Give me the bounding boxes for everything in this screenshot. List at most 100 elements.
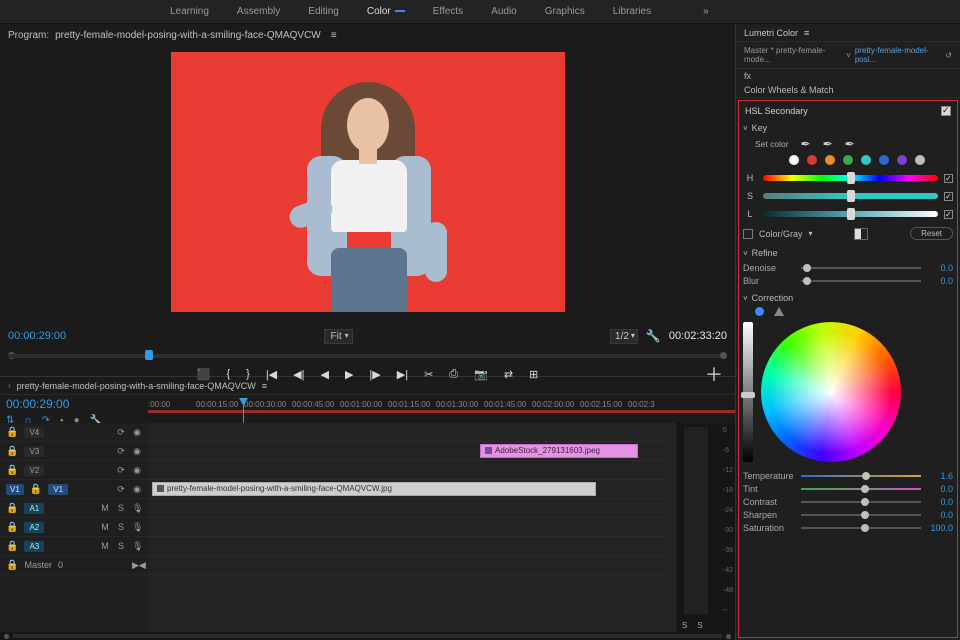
swatch-green[interactable] <box>843 155 853 165</box>
sync-icon[interactable]: ⟳ <box>116 427 126 438</box>
contrast-value[interactable]: 0.0 <box>927 497 953 507</box>
lock-icon[interactable]: 🔒 <box>6 427 18 438</box>
clip-v1[interactable]: pretty-female-model-posing-with-a-smilin… <box>152 482 596 496</box>
monitor-resolution-select[interactable]: 1/2 <box>610 329 638 344</box>
tab-audio[interactable]: Audio <box>491 6 517 17</box>
timeline-playhead[interactable] <box>243 398 244 423</box>
wheel-mode-icon[interactable] <box>755 307 764 316</box>
ruler-bar[interactable] <box>148 410 735 420</box>
denoise-value[interactable]: 0.0 <box>927 263 953 273</box>
expand-icon[interactable]: ▶◀ <box>132 560 142 571</box>
lane-master[interactable] <box>148 556 665 575</box>
lane-v4[interactable] <box>148 423 665 442</box>
eye-icon[interactable]: ◉ <box>132 465 142 476</box>
master-value[interactable]: 0 <box>58 560 63 570</box>
lock-icon[interactable]: 🔒 <box>6 522 18 533</box>
eye-icon[interactable]: ◉ <box>132 446 142 457</box>
zoom-left-handle[interactable] <box>4 634 9 639</box>
step-forward-icon[interactable]: |▶ <box>369 368 380 381</box>
solo-icon[interactable]: S <box>116 503 126 514</box>
twisty-icon[interactable]: ˅ <box>743 249 748 258</box>
saturation-value[interactable]: 100.0 <box>927 523 953 533</box>
tab-assembly[interactable]: Assembly <box>237 6 280 17</box>
tab-learning[interactable]: Learning <box>170 6 209 17</box>
solo-right[interactable]: S <box>697 621 702 630</box>
track-header-v3[interactable]: 🔒 V3 ⟳◉ <box>0 442 148 461</box>
extract-icon[interactable]: ⎙ <box>449 368 458 381</box>
brace-close-icon[interactable]: } <box>246 368 250 380</box>
hue-slider[interactable] <box>763 175 938 181</box>
temperature-value[interactable]: 1.6 <box>927 471 953 481</box>
tab-graphics[interactable]: Graphics <box>545 6 585 17</box>
scrubber-track[interactable] <box>8 354 727 358</box>
mute-icon[interactable]: M <box>100 522 110 533</box>
go-to-in-icon[interactable]: |◀ <box>266 368 277 381</box>
breadcrumb-master[interactable]: Master * pretty-female-mode... <box>744 46 842 64</box>
eye-icon[interactable]: ◉ <box>132 427 142 438</box>
time-ruler[interactable]: :00:00 00:00:15:00 00:00:30:00 00:00:45:… <box>148 395 735 423</box>
lock-icon[interactable]: 🔒 <box>6 503 18 514</box>
monitor-timecode-in[interactable]: 00:00:29:00 <box>8 330 66 342</box>
hue-enable-checkbox[interactable] <box>944 174 953 183</box>
slider-knob[interactable] <box>803 277 811 285</box>
slider-knob[interactable] <box>803 264 811 272</box>
mute-icon[interactable]: M <box>100 503 110 514</box>
tint-value[interactable]: 0.0 <box>927 484 953 494</box>
zoom-right-handle[interactable] <box>726 634 731 639</box>
lane-a2[interactable] <box>148 518 665 537</box>
work-area-bar[interactable] <box>148 410 735 413</box>
contrast-slider[interactable] <box>801 501 921 503</box>
track-lanes[interactable]: AdobeStock_279131603.jpeg pretty-female-… <box>148 423 675 632</box>
lift-icon[interactable]: ✂ <box>424 368 433 381</box>
monitor-scrubber[interactable] <box>8 348 727 362</box>
step-back-icon[interactable]: ◀| <box>293 368 304 381</box>
slider-knob[interactable] <box>861 511 869 519</box>
eyedropper-add-icon[interactable]: ✒ <box>823 137 833 151</box>
track-header-a1[interactable]: 🔒 A1 MS🎙 <box>0 499 148 518</box>
lock-icon[interactable]: 🔒 <box>6 560 18 571</box>
lock-icon[interactable]: 🔒 <box>6 465 18 476</box>
lane-v2[interactable] <box>148 461 665 480</box>
track-label[interactable]: A3 <box>24 541 44 552</box>
sync-icon[interactable]: ⟳ <box>116 465 126 476</box>
denoise-slider[interactable] <box>801 267 921 269</box>
breadcrumb-reset-icon[interactable]: ↺ <box>945 51 952 60</box>
swatch-blue[interactable] <box>879 155 889 165</box>
color-wheels-row[interactable]: Color Wheels & Match <box>736 83 960 98</box>
scrubber-playhead[interactable] <box>145 350 153 360</box>
slider-handle[interactable] <box>847 172 855 184</box>
compare-icon[interactable]: ⇄ <box>504 368 513 381</box>
tab-libraries[interactable]: Libraries <box>613 6 651 17</box>
zoom-bar[interactable] <box>13 634 722 638</box>
track-label[interactable]: A2 <box>24 522 44 533</box>
clip-v3[interactable]: AdobeStock_279131603.jpeg <box>480 444 638 458</box>
source-patch-v1[interactable]: V1 <box>6 484 24 495</box>
solo-left[interactable]: S <box>682 621 687 630</box>
track-header-a3[interactable]: 🔒 A3 MS🎙 <box>0 537 148 556</box>
fx-row[interactable]: fx <box>736 69 960 83</box>
eyedropper-remove-icon[interactable]: ✒ <box>845 137 855 151</box>
sync-icon[interactable]: ⟳ <box>116 446 126 457</box>
breadcrumb-clip-link[interactable]: pretty-female-model-posi... <box>855 46 941 64</box>
swatch-gray[interactable] <box>915 155 925 165</box>
timeline-playhead-tc[interactable]: 00:00:29:00 <box>6 397 142 411</box>
export-frame-icon[interactable]: 📷 <box>474 368 488 381</box>
track-header-v1[interactable]: V1 🔒 V1 ⟳◉ <box>0 480 148 499</box>
refine-header[interactable]: ˅ Refine <box>743 248 953 258</box>
colorgray-checkbox[interactable] <box>743 229 753 239</box>
tabs-overflow-icon[interactable]: » <box>703 6 709 17</box>
slider-knob[interactable] <box>862 472 870 480</box>
invert-mask-icon[interactable] <box>854 228 868 240</box>
twisty-icon[interactable]: ˅ <box>743 294 748 303</box>
monitor-settings-icon[interactable]: 🔧 <box>646 329 661 343</box>
scrubber-end-dot[interactable] <box>720 352 727 359</box>
lum-slider[interactable] <box>763 211 938 217</box>
hsl-secondary-header[interactable]: HSL Secondary <box>743 103 953 119</box>
track-header-v2[interactable]: 🔒 V2 ⟳ ◉ <box>0 461 148 480</box>
lane-a1[interactable] <box>148 499 665 518</box>
luma-slider[interactable] <box>743 322 753 462</box>
track-label[interactable]: A1 <box>24 503 44 514</box>
track-label[interactable]: V2 <box>24 465 44 476</box>
slider-knob[interactable] <box>861 498 869 506</box>
voice-icon[interactable]: 🎙 <box>132 522 142 533</box>
